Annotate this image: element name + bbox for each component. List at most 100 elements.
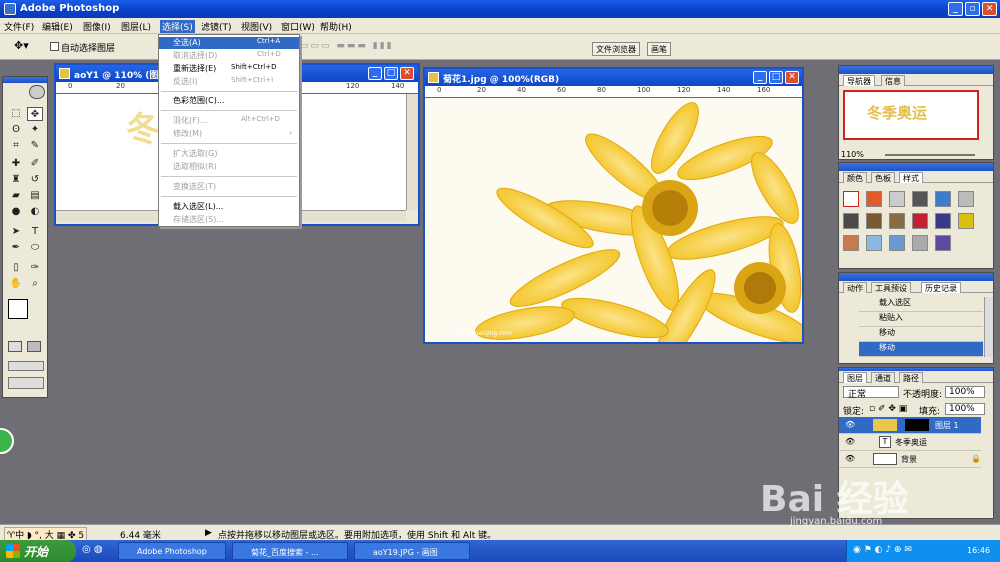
tray-icons[interactable]: ◉ ⚑ ◐ ♪ ⊕ ✉ [853,545,912,555]
history-item-current[interactable]: 移动 [859,342,983,357]
menu-item-save-selection[interactable]: 存储选区(S)... [159,214,299,226]
menu-item-inverse[interactable]: 反选(I) Shift+Ctrl+I [159,76,299,88]
blend-mode-select[interactable]: 正常 [843,386,899,400]
clone-stamp-icon[interactable]: ♜ [8,173,24,187]
style-swatch[interactable] [935,235,951,251]
eyedropper-icon[interactable]: ✑ [27,261,43,275]
standard-mode-icon[interactable] [8,341,22,352]
navigator-preview[interactable]: 冬季奥运 [843,90,979,140]
opacity-input[interactable]: 100% [945,386,985,398]
notes-tool-icon[interactable]: ▯ [8,261,24,275]
layer-row-background[interactable]: 👁 背景 🔒 [839,451,981,468]
tab-styles[interactable]: 样式 [899,172,923,183]
flower-photo-canvas[interactable]: www.quanjing.com [425,98,802,342]
lock-icons[interactable]: ▫ ✐ ✥ ▣ [869,404,907,414]
layer-row-text[interactable]: 👁 T 冬季奥运 [839,434,981,451]
menu-item-load-selection[interactable]: 载入选区(L)... [159,201,299,213]
style-swatch[interactable] [935,213,951,229]
style-swatch[interactable] [912,235,928,251]
menu-item-feather[interactable]: 羽化(F)... Alt+Ctrl+D [159,115,299,127]
shape-tool-icon[interactable]: ⬭ [27,241,43,255]
menu-layer[interactable]: 图层(L) [121,20,151,33]
eye-icon[interactable]: 👁 [845,420,855,429]
zoom-slider[interactable] [885,154,975,156]
task-photoshop[interactable]: Adobe Photoshop [118,542,226,560]
tab-paths[interactable]: 路径 [899,372,923,383]
menu-item-reselect[interactable]: 重新选择(E) Shift+Ctrl+D [159,63,299,75]
style-swatch[interactable] [912,213,928,229]
close-button[interactable]: ✕ [982,2,997,16]
gradient-tool-icon[interactable]: ▤ [27,189,43,203]
task-paint[interactable]: aoY19.JPG - 画图 [354,542,470,560]
tab-history[interactable]: 历史记录 [921,282,961,293]
tab-channels[interactable]: 通道 [871,372,895,383]
dodge-tool-icon[interactable]: ◐ [27,205,43,219]
quicklaunch-icons[interactable]: ◎ ◍ [82,544,103,555]
tab-swatches[interactable]: 色板 [871,172,895,183]
style-swatch[interactable] [843,191,859,207]
task-browser[interactable]: 菊花_百度搜索 - ... [232,542,348,560]
menu-file[interactable]: 文件(F) [4,20,34,33]
foreground-color-swatch[interactable] [8,299,28,319]
eye-icon[interactable]: 👁 [845,437,855,446]
style-swatch[interactable] [889,235,905,251]
menu-item-modify[interactable]: 修改(M) › [159,128,299,140]
type-tool-icon[interactable]: T [27,225,43,239]
style-swatch[interactable] [889,213,905,229]
menu-view[interactable]: 视图(V) [241,20,272,33]
eye-icon[interactable]: 👁 [845,454,855,463]
style-swatch[interactable] [866,213,882,229]
menu-item-deselect[interactable]: 取消选择(D) Ctrl+D [159,50,299,62]
restore-button[interactable]: ▫ [965,2,980,16]
history-item[interactable]: 移动 [859,327,983,342]
menu-edit[interactable]: 编辑(E) [42,20,73,33]
move-tool-icon[interactable]: ✥▾ [14,39,29,52]
align-icons[interactable]: ▭▭▭ ▬▬▬ ▮▮▮ [300,41,394,51]
eraser-tool-icon[interactable]: ▰ [8,189,24,203]
lasso-tool-icon[interactable]: ʘ [8,123,24,137]
marquee-tool-icon[interactable]: ⬚ [8,107,24,121]
tab-actions[interactable]: 动作 [843,282,867,293]
magic-wand-icon[interactable]: ✦ [27,123,43,137]
doc-maximize-button[interactable]: □ [769,71,783,84]
style-swatch[interactable] [866,235,882,251]
menu-filter[interactable]: 滤镜(T) [201,20,232,33]
zoom-tool-icon[interactable]: ⌕ [27,277,43,291]
move-tool-icon[interactable]: ✥ [27,107,43,121]
auto-select-checkbox[interactable] [50,42,59,51]
path-select-icon[interactable]: ➤ [8,225,24,239]
style-swatch[interactable] [889,191,905,207]
menu-item-grow[interactable]: 扩大选取(G) [159,148,299,160]
doc-minimize-button[interactable]: _ [753,71,767,84]
style-swatch[interactable] [935,191,951,207]
menu-item-select-all[interactable]: 全选(A) Ctrl+A [159,37,299,49]
menu-select[interactable]: 选择(S) [160,20,195,33]
minimize-button[interactable]: _ [948,2,963,16]
menu-item-similar[interactable]: 选取相似(R) [159,161,299,173]
style-swatch[interactable] [912,191,928,207]
style-swatch[interactable] [958,213,974,229]
tab-navigator[interactable]: 导航器 [843,75,875,86]
crop-tool-icon[interactable]: ⌗ [8,139,24,153]
healing-brush-icon[interactable]: ✚ [8,157,24,171]
doc-close-button[interactable]: ✕ [400,67,414,80]
floating-widget-icon[interactable] [0,428,14,454]
style-swatch[interactable] [958,191,974,207]
hand-tool-icon[interactable]: ✋ [8,277,24,291]
menu-item-color-range[interactable]: 色彩范围(C)... [159,95,299,107]
tab-tool-presets[interactable]: 工具预设 [871,282,911,293]
layer-row-1[interactable]: 👁 图层 1 [839,417,981,434]
brushes-button[interactable]: 画笔 [647,42,671,56]
doc-close-button[interactable]: ✕ [785,71,799,84]
tab-info[interactable]: 信息 [881,75,905,86]
history-item[interactable]: 粘贴入 [859,312,983,327]
doc-maximize-button[interactable]: □ [384,67,398,80]
history-brush-icon[interactable]: ↺ [27,173,43,187]
menu-item-transform-selection[interactable]: 变换选区(T) [159,181,299,193]
style-swatch[interactable] [843,213,859,229]
menu-help[interactable]: 帮助(H) [320,20,352,33]
file-browser-button[interactable]: 文件浏览器 [592,42,640,56]
blur-tool-icon[interactable]: ● [8,205,24,219]
navigator-zoom[interactable]: 110% [841,150,864,159]
screen-mode-icons[interactable] [8,361,44,371]
